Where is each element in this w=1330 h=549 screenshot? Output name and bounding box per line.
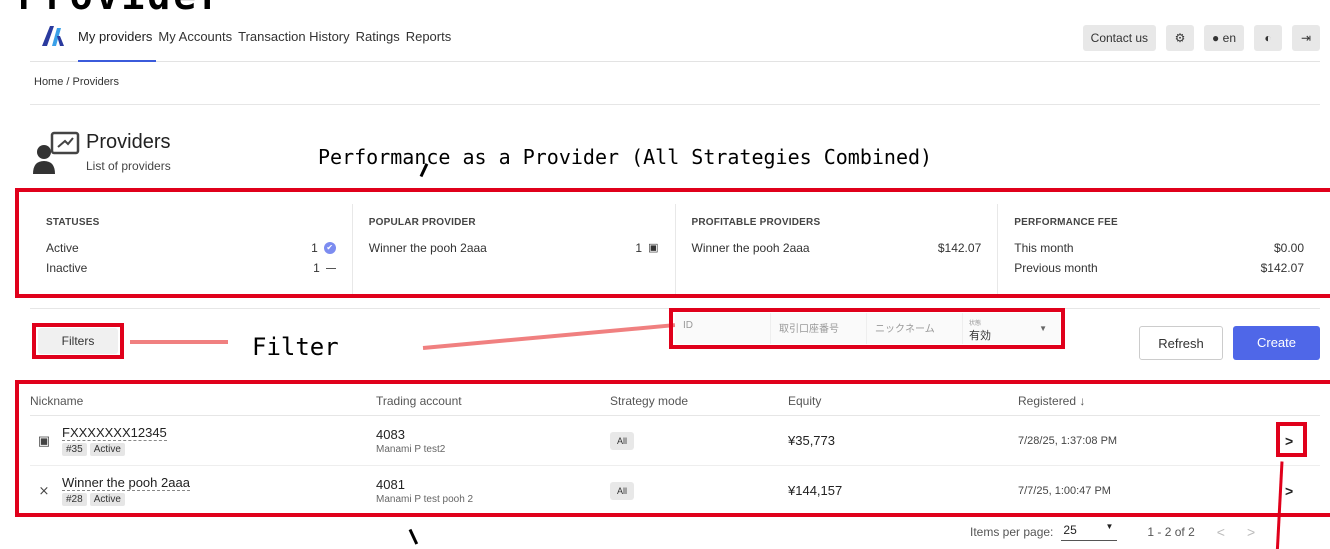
items-per-page-value: 25	[1063, 523, 1077, 537]
main-nav: My providers My Accounts Transaction His…	[78, 18, 457, 62]
language-label: en	[1222, 31, 1236, 45]
logout-button[interactable]: ⇥	[1292, 25, 1320, 51]
annotation-connector	[422, 323, 676, 350]
annotation-performance: Performance as a Provider (All Strategie…	[318, 145, 933, 169]
settings-button[interactable]: ⚙	[1166, 25, 1195, 51]
contact-us-button[interactable]: Contact us	[1082, 25, 1157, 51]
annotation-box-table	[15, 380, 1330, 517]
items-per-page-select[interactable]: 25 ▼	[1061, 522, 1118, 541]
nav-transaction-history[interactable]: Transaction History	[238, 18, 354, 62]
nav-my-providers[interactable]: My providers	[78, 18, 157, 62]
annotation-box-row-arrow	[1276, 422, 1307, 457]
page-subtitle: List of providers	[86, 159, 171, 173]
breadcrumb[interactable]: Home / Providers	[34, 76, 119, 88]
document-title: Provider	[18, 0, 225, 18]
top-actions: Contact us ⚙ ● en ◐ ⇥	[1082, 25, 1320, 51]
annotation-box-stats	[15, 188, 1330, 298]
annotation-connector	[408, 528, 419, 545]
nav-reports[interactable]: Reports	[406, 18, 456, 62]
page-title: Providers	[86, 131, 171, 153]
nav-ratings[interactable]: Ratings	[356, 18, 404, 62]
annotation-filter: Filter	[252, 333, 339, 361]
refresh-button[interactable]: Refresh	[1139, 326, 1223, 360]
divider	[30, 104, 1320, 105]
logout-icon: ⇥	[1300, 31, 1312, 45]
chevron-right-icon[interactable]: >	[1247, 524, 1255, 540]
contrast-icon: ◐	[1264, 31, 1272, 45]
gear-icon: ⚙	[1174, 31, 1186, 45]
pagination: Items per page: 25 ▼ 1 - 2 of 2 < >	[970, 522, 1255, 541]
page-range: 1 - 2 of 2	[1147, 525, 1195, 539]
top-navbar: My providers My Accounts Transaction His…	[30, 18, 1320, 62]
language-button[interactable]: ● en	[1204, 25, 1244, 51]
chevron-left-icon[interactable]: <	[1217, 524, 1225, 540]
brand-logo-icon[interactable]	[40, 22, 66, 48]
nav-my-accounts[interactable]: My Accounts	[158, 18, 236, 62]
theme-toggle-button[interactable]: ◐	[1254, 25, 1282, 51]
caret-down-icon: ▼	[1105, 522, 1114, 531]
items-per-page-label: Items per page:	[970, 525, 1054, 539]
annotation-box-filter-inputs	[669, 308, 1065, 349]
providers-icon	[33, 131, 80, 174]
create-button[interactable]: Create	[1233, 326, 1320, 360]
globe-icon: ●	[1212, 31, 1220, 45]
annotation-connector	[130, 340, 228, 344]
annotation-box-filters	[32, 323, 124, 359]
